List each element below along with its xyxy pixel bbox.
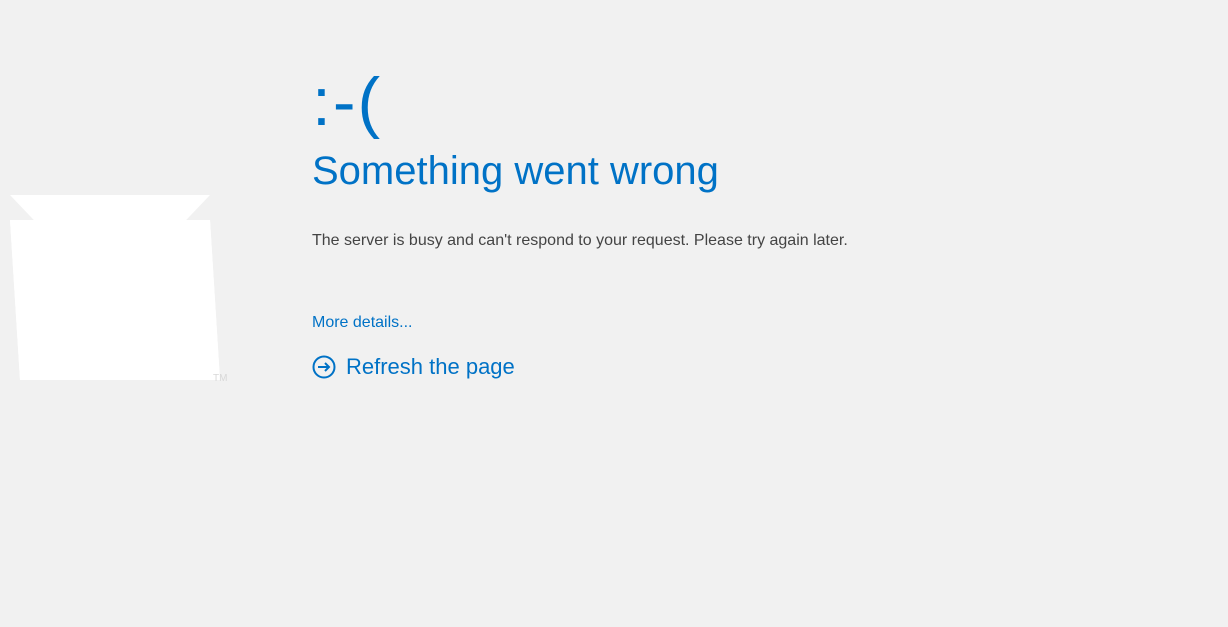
error-heading: Something went wrong: [312, 149, 1092, 194]
refresh-page-label: Refresh the page: [346, 354, 515, 380]
sad-face-emoticon: :-(: [312, 75, 1092, 129]
error-content: :-( Something went wrong The server is b…: [312, 75, 1092, 380]
error-message: The server is busy and can't respond to …: [312, 232, 1092, 250]
more-details-link[interactable]: More details...: [312, 314, 412, 332]
refresh-arrow-icon: [312, 355, 336, 379]
trademark-symbol: TM: [213, 373, 227, 384]
refresh-page-link[interactable]: Refresh the page: [312, 354, 1092, 380]
owa-logo-icon: [0, 130, 240, 410]
